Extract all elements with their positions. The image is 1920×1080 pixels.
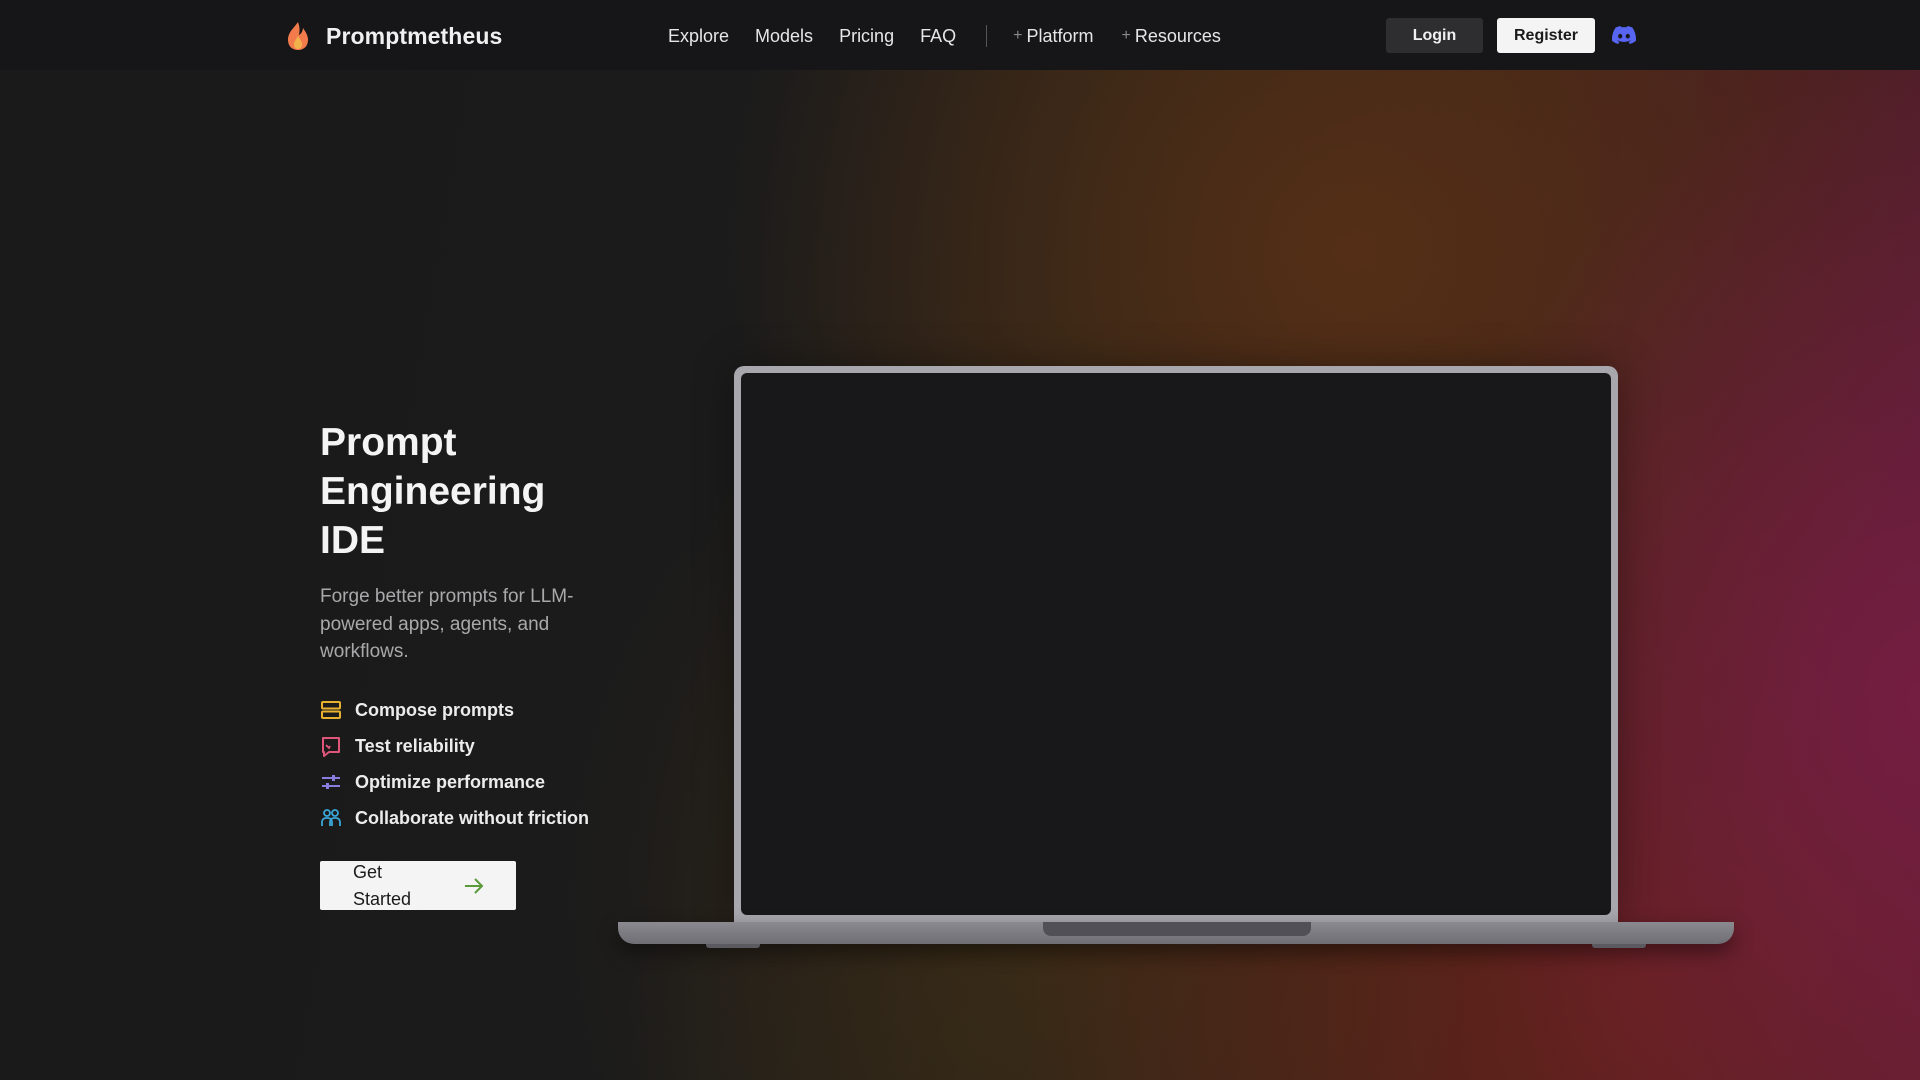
nav-models[interactable]: Models: [755, 26, 813, 47]
laptop-foot: [706, 944, 760, 948]
nav-platform-label: Platform: [1026, 25, 1094, 46]
nav-pricing[interactable]: Pricing: [839, 26, 894, 47]
nav-faq[interactable]: FAQ: [920, 26, 956, 47]
flame-icon: [288, 22, 308, 50]
brand-name: Promptmetheus: [326, 22, 503, 49]
hero-title-line: Engineering: [320, 470, 546, 513]
nav-platform-dropdown[interactable]: + Platform: [1013, 26, 1093, 47]
feature-item-test: Test reliability: [320, 728, 589, 764]
register-button[interactable]: Register: [1497, 18, 1595, 53]
hero-title: Prompt Engineering IDE: [320, 418, 545, 565]
feature-item-optimize: Optimize performance: [320, 764, 589, 800]
hero-title-line: Prompt: [320, 421, 457, 464]
chat-check-icon: [322, 737, 340, 757]
users-icon: [321, 809, 341, 826]
login-button[interactable]: Login: [1386, 18, 1483, 53]
feature-label: Optimize performance: [355, 771, 546, 792]
brand-logo-link[interactable]: Promptmetheus: [284, 20, 502, 52]
laptop-base: [618, 922, 1734, 948]
get-started-label: Get Started: [353, 861, 412, 909]
nav-resources-dropdown[interactable]: + Resources: [1121, 26, 1220, 47]
page: Promptmetheus Explore Models Pricing FAQ…: [0, 0, 1920, 1080]
main-nav: Explore Models Pricing FAQ + Platform + …: [668, 22, 1249, 50]
laptop-notch: [1043, 922, 1311, 936]
sliders-icon: [322, 775, 340, 789]
feature-label: Test reliability: [355, 735, 475, 756]
plus-icon: +: [1013, 27, 1023, 44]
discord-icon[interactable]: [1612, 25, 1636, 45]
arrow-right-icon: [465, 878, 484, 894]
feature-item-compose: Compose prompts: [320, 692, 589, 728]
hero-subtitle: Forge better prompts for LLM-powered app…: [320, 586, 574, 662]
plus-icon: +: [1121, 27, 1131, 44]
nav-resources-label: Resources: [1134, 25, 1221, 46]
laptop-screen: [741, 373, 1611, 915]
feature-label: Collaborate without friction: [355, 807, 589, 828]
top-navbar: Promptmetheus Explore Models Pricing FAQ…: [0, 0, 1920, 70]
feature-list: Compose prompts Test reliability Optimiz…: [320, 692, 589, 836]
layers-icon: [321, 701, 341, 719]
nav-explore[interactable]: Explore: [668, 26, 729, 47]
get-started-button[interactable]: Get Started: [320, 861, 516, 910]
nav-divider: [986, 25, 988, 47]
laptop-foot: [1592, 944, 1646, 948]
feature-label: Compose prompts: [355, 699, 515, 720]
laptop-mockup: [734, 366, 1618, 922]
hero-title-line: IDE: [320, 519, 386, 562]
feature-item-collaborate: Collaborate without friction: [320, 800, 589, 836]
